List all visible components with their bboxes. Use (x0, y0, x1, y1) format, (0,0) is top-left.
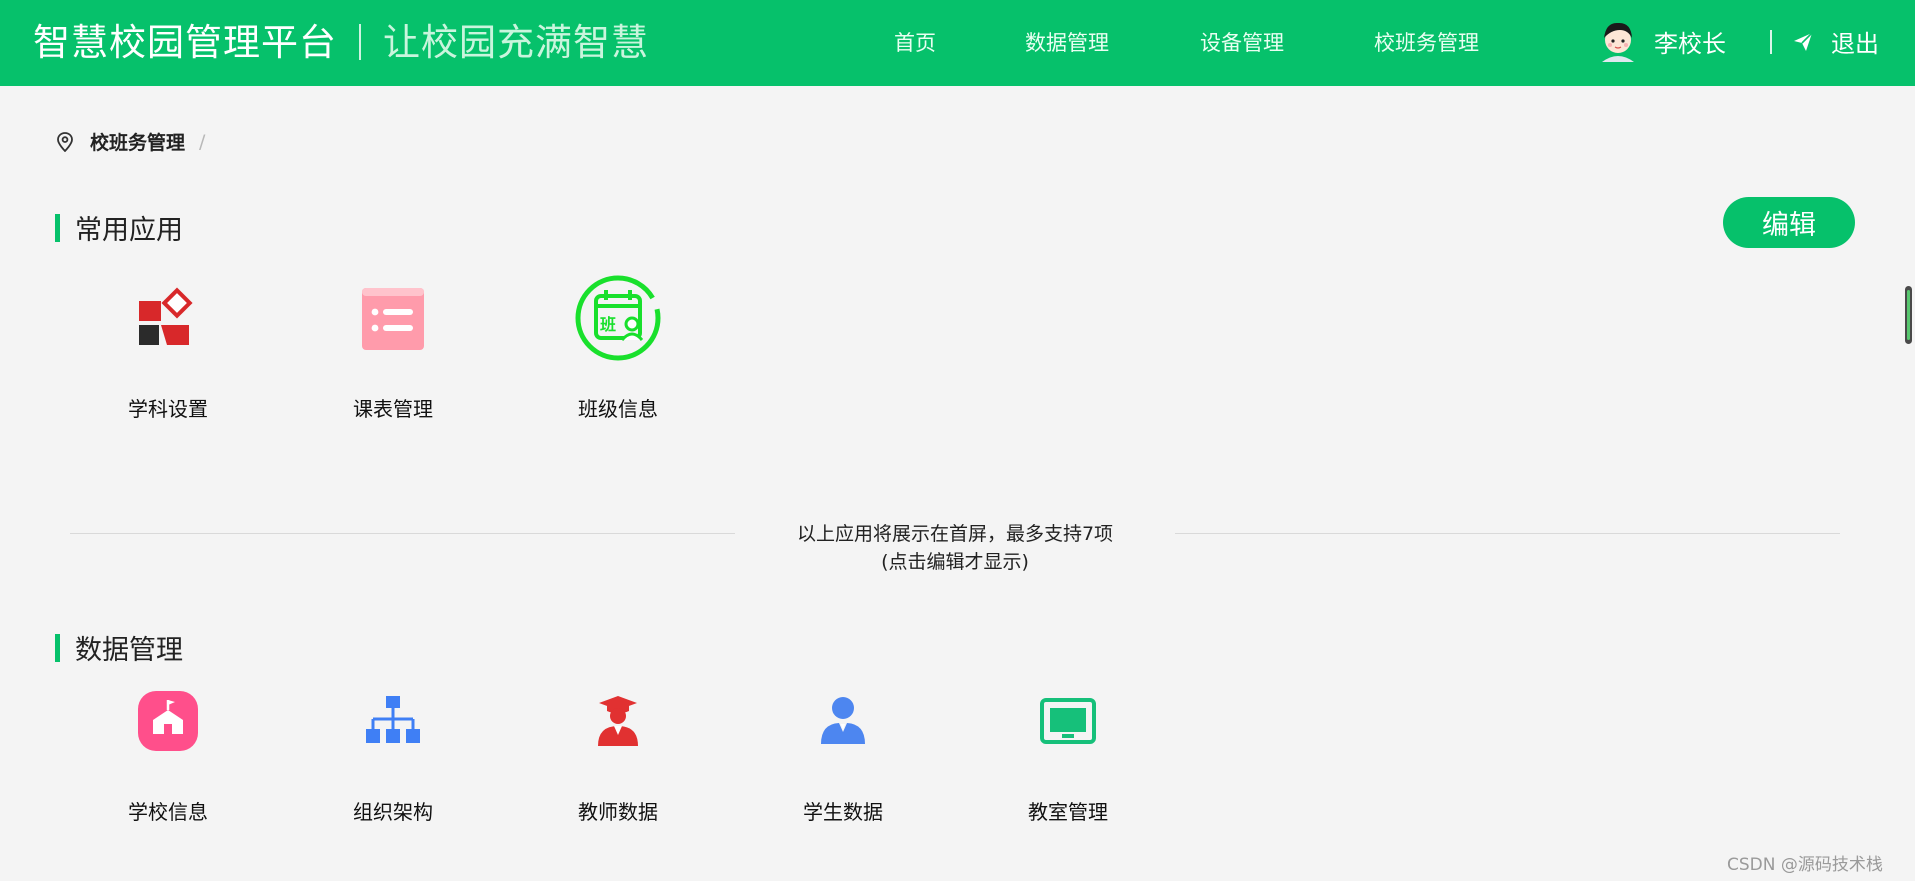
divider-line-right (1175, 533, 1840, 534)
org-chart-icon (366, 696, 420, 743)
svg-text:班: 班 (600, 315, 616, 334)
app-label: 教师数据 (578, 800, 658, 824)
user-menu[interactable]: 李校长 (1598, 16, 1726, 66)
common-apps-heading: 常用应用 (55, 208, 183, 247)
app-class-info[interactable]: 班 班级信息 (538, 273, 698, 422)
logout-button[interactable]: 退出 (1793, 24, 1879, 59)
edit-button[interactable]: 编辑 (1723, 197, 1855, 248)
data-management-heading: 数据管理 (55, 628, 183, 667)
divider-note: 以上应用将展示在首屏，最多支持7项 (点击编辑才显示) (735, 520, 1175, 576)
scrollbar[interactable] (1905, 286, 1912, 344)
location-pin-icon (57, 131, 73, 152)
app-label: 学科设置 (128, 397, 208, 421)
app-subject-settings[interactable]: 学科设置 (88, 273, 248, 422)
brand-title: 智慧校园管理平台 (33, 21, 337, 64)
common-apps-title: 常用应用 (75, 215, 183, 246)
nav-device-management[interactable]: 设备管理 (1200, 28, 1284, 58)
app-label: 班级信息 (578, 397, 658, 421)
app-label: 教室管理 (1028, 800, 1108, 824)
avatar (1602, 22, 1634, 62)
section-accent-bar (55, 633, 60, 662)
timetable-icon (362, 288, 424, 350)
app-school-info[interactable]: 学校信息 (88, 676, 248, 825)
app-label: 组织架构 (353, 800, 433, 824)
app-label: 课表管理 (353, 397, 433, 421)
section-accent-bar (55, 213, 60, 242)
app-teacher-data[interactable]: 教师数据 (538, 676, 698, 825)
app-student-data[interactable]: 学生数据 (763, 676, 923, 825)
class-info-icon: 班 (575, 275, 661, 361)
logout-label: 退出 (1831, 30, 1879, 58)
nav-home[interactable]: 首页 (894, 28, 936, 58)
user-name: 李校长 (1654, 29, 1726, 58)
nav-data-management[interactable]: 数据管理 (1025, 28, 1109, 58)
app-label: 学生数据 (803, 800, 883, 824)
subject-settings-icon (139, 287, 193, 345)
app-classroom[interactable]: 教室管理 (988, 676, 1148, 825)
breadcrumb-separator: / (199, 130, 206, 153)
brand-divider (359, 24, 361, 60)
top-header: 智慧校园管理平台 让校园充满智慧 首页 数据管理 设备管理 校班务管理 李校长 退… (0, 0, 1915, 86)
paper-plane-icon (1794, 31, 1813, 51)
student-icon (821, 697, 865, 744)
breadcrumb: 校班务管理 / (56, 128, 205, 155)
school-icon (138, 691, 198, 751)
divider-line-left (70, 533, 735, 534)
divider-note-line2: (点击编辑才显示) (881, 551, 1029, 573)
app-label: 学校信息 (128, 800, 208, 824)
classroom-icon (1040, 698, 1096, 744)
watermark: CSDN @源码技术栈 (1727, 855, 1883, 875)
app-timetable[interactable]: 课表管理 (313, 273, 473, 422)
nav-class-affairs[interactable]: 校班务管理 (1374, 28, 1479, 58)
divider-note-line1: 以上应用将展示在首屏，最多支持7项 (796, 523, 1114, 545)
brand: 智慧校园管理平台 让校园充满智慧 (33, 20, 649, 66)
teacher-icon (598, 696, 638, 746)
breadcrumb-current[interactable]: 校班务管理 (90, 128, 185, 155)
header-divider (1770, 30, 1772, 54)
data-management-title: 数据管理 (75, 635, 183, 666)
brand-slogan: 让校园充满智慧 (383, 21, 649, 64)
app-org-chart[interactable]: 组织架构 (313, 676, 473, 825)
